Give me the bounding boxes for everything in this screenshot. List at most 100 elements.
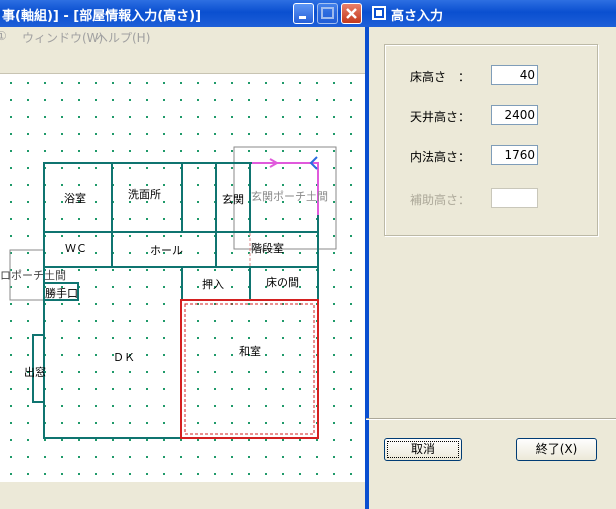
grid-dot: [27, 82, 29, 84]
grid-dot: [163, 184, 165, 186]
grid-dot: [112, 150, 114, 152]
grid-dot: [27, 184, 29, 186]
grid-dot: [299, 184, 301, 186]
grid-dot: [44, 439, 46, 441]
inner-height-label: 内法高さ：: [410, 150, 471, 164]
grid-dot: [265, 405, 267, 407]
grid-dot: [265, 473, 267, 475]
grid-dot: [112, 303, 114, 305]
grid-dot: [112, 82, 114, 84]
grid-dot: [333, 371, 335, 373]
grid-dot: [129, 320, 131, 322]
grid-dot: [265, 337, 267, 339]
grid-dot: [10, 99, 12, 101]
app-icon: [372, 6, 386, 20]
grid-dot: [78, 82, 80, 84]
grid-dot: [129, 252, 131, 254]
finish-button[interactable]: 終了(X): [516, 438, 597, 461]
grid-dot: [299, 473, 301, 475]
grid-dot: [299, 388, 301, 390]
grid-dot: [10, 150, 12, 152]
grid-dot: [129, 235, 131, 237]
grid-dot: [299, 99, 301, 101]
grid-dot: [299, 235, 301, 237]
grid-dot: [163, 201, 165, 203]
grid-dot: [10, 388, 12, 390]
grid-dot: [333, 235, 335, 237]
grid-dot: [163, 405, 165, 407]
menu-item-help[interactable]: ヘルプ(H): [96, 29, 150, 46]
grid-dot: [265, 439, 267, 441]
floor-plan[interactable]: 浴室 洗面所 玄関 玄関ポーチ土間 ＷＣ ホール 階段室 ロポーチ土間 勝手口 …: [0, 74, 365, 482]
grid-dot: [265, 320, 267, 322]
aux-height-input: [491, 188, 538, 208]
grid-dot: [214, 99, 216, 101]
grid-dot: [10, 456, 12, 458]
grid-dot: [10, 422, 12, 424]
grid-dot: [163, 371, 165, 373]
menu-item-window[interactable]: ウィンドウ(W): [22, 29, 103, 46]
grid-dot: [350, 422, 352, 424]
grid-dot: [214, 337, 216, 339]
grid-dot: [265, 99, 267, 101]
grid-dot: [78, 218, 80, 220]
grid-dot: [248, 473, 250, 475]
grid-dot: [146, 252, 148, 254]
grid-dot: [95, 354, 97, 356]
grid-dot: [146, 99, 148, 101]
minimize-button[interactable]: [293, 3, 314, 24]
grid-dot: [163, 473, 165, 475]
maximize-button[interactable]: [317, 3, 338, 24]
grid-dot: [299, 405, 301, 407]
grid-dot: [214, 388, 216, 390]
grid-dot: [10, 354, 12, 356]
editor-title-bar[interactable]: 事(軸組)] - [部屋情報入力(高さ)]: [0, 0, 365, 27]
grid-dot: [129, 337, 131, 339]
grid-dot: [10, 405, 12, 407]
grid-dot: [95, 150, 97, 152]
grid-dot: [61, 82, 63, 84]
grid-dot: [61, 320, 63, 322]
grid-dot: [316, 439, 318, 441]
inner-height-input[interactable]: 1760: [491, 145, 538, 165]
grid-dot: [61, 167, 63, 169]
grid-dot: [197, 235, 199, 237]
floor-plan-canvas[interactable]: 浴室 洗面所 玄関 玄関ポーチ土間 ＷＣ ホール 階段室 ロポーチ土間 勝手口 …: [0, 74, 365, 482]
ceiling-height-input[interactable]: 2400: [491, 105, 538, 125]
grid-dot: [146, 286, 148, 288]
grid-dot: [231, 184, 233, 186]
cancel-button[interactable]: 取消: [384, 438, 462, 461]
grid-dot: [350, 184, 352, 186]
grid-dot: [95, 320, 97, 322]
grid-dot: [44, 116, 46, 118]
grid-dot: [214, 116, 216, 118]
grid-dot: [231, 150, 233, 152]
grid-dot: [248, 456, 250, 458]
grid-dot: [27, 456, 29, 458]
grid-dot: [350, 133, 352, 135]
grid-dot: [163, 116, 165, 118]
grid-dot: [78, 473, 80, 475]
grid-dot: [350, 439, 352, 441]
close-icon: [346, 8, 357, 19]
room-label-dk: ＤＫ: [113, 351, 135, 364]
grid-dot: [316, 99, 318, 101]
grid-dot: [231, 320, 233, 322]
grid-dot: [265, 82, 267, 84]
floor-height-input[interactable]: 40: [491, 65, 538, 85]
grid-dot: [112, 473, 114, 475]
dialog-title-bar[interactable]: 高さ入力: [365, 0, 616, 27]
grid-dot: [282, 422, 284, 424]
grid-dot: [197, 99, 199, 101]
grid-dot: [78, 456, 80, 458]
menu-item[interactable]: ①: [0, 29, 7, 43]
grid-dot: [146, 116, 148, 118]
grid-dot: [197, 473, 199, 475]
grid-dot: [333, 269, 335, 271]
grid-dot: [27, 167, 29, 169]
grid-dot: [214, 82, 216, 84]
close-button[interactable]: [341, 3, 362, 24]
grid-dot: [299, 320, 301, 322]
grid-dot: [214, 422, 216, 424]
grid-dot: [129, 473, 131, 475]
